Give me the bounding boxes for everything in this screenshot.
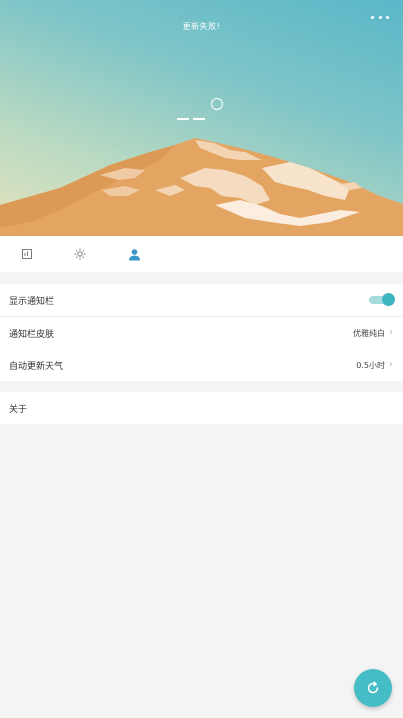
settings-group-about: 关于 <box>0 392 403 424</box>
tab-bar <box>0 236 403 272</box>
show-notification-toggle[interactable] <box>369 293 395 306</box>
update-status-text: 更新失败! <box>182 22 221 31</box>
sun-icon <box>74 248 86 260</box>
about-row[interactable]: 关于 <box>0 392 403 424</box>
settings-group-notifications: 显示通知栏 通知栏皮肤 优雅纯白 › 自动更新天气 0.5小时 › <box>0 284 403 381</box>
person-icon <box>128 248 140 260</box>
weather-chart-icon <box>22 249 32 259</box>
auto-update-value: 0.5小时 <box>356 360 385 370</box>
weather-header: 更新失败! <box>0 0 403 236</box>
about-label: 关于 <box>9 404 28 415</box>
more-dots-icon <box>371 15 374 19</box>
degree-symbol <box>211 98 223 110</box>
chevron-right-icon: › <box>389 359 393 370</box>
temperature-placeholder <box>177 118 205 120</box>
refresh-button[interactable] <box>354 669 392 707</box>
tab-sun[interactable] <box>65 236 95 272</box>
auto-update-row[interactable]: 自动更新天气 0.5小时 › <box>0 349 403 381</box>
notification-skin-label: 通知栏皮肤 <box>9 329 55 340</box>
auto-update-label: 自动更新天气 <box>9 361 64 372</box>
notification-skin-value: 优雅纯白 <box>353 328 385 338</box>
refresh-icon <box>367 681 379 694</box>
tab-me[interactable] <box>119 236 149 272</box>
show-notification-row[interactable]: 显示通知栏 <box>0 284 403 317</box>
more-button[interactable] <box>371 10 389 24</box>
chevron-right-icon: › <box>389 327 393 338</box>
notification-skin-row[interactable]: 通知栏皮肤 优雅纯白 › <box>0 317 403 349</box>
show-notification-label: 显示通知栏 <box>9 296 55 307</box>
tab-weather[interactable] <box>12 236 42 272</box>
